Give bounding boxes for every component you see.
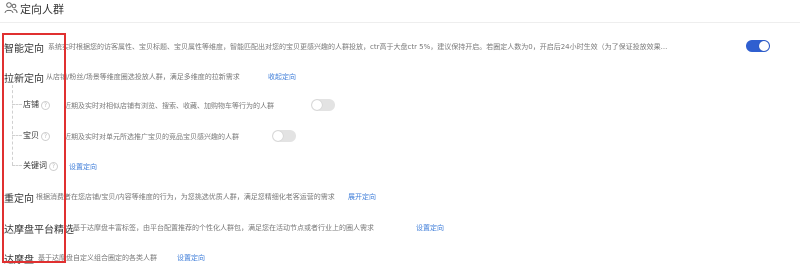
toggle-knob xyxy=(312,100,322,110)
sub-item-toggle[interactable] xyxy=(272,130,296,142)
header-divider xyxy=(0,22,800,23)
section-title: 定向人群 xyxy=(20,3,64,16)
highlight-annotation-box xyxy=(2,33,66,263)
smart-targeting-toggle[interactable] xyxy=(746,40,770,52)
toggle-knob xyxy=(759,41,769,51)
toggle-knob xyxy=(273,131,283,141)
acquire-targeting-desc: 从店铺/粉丝/场景等维度圈选投放人群，满足多维度的拉新需求 xyxy=(46,73,240,81)
expand-targeting-link[interactable]: 展开定向 xyxy=(348,192,376,202)
damopan-select-desc: 基于达摩盘丰富标签，由平台配置推荐的个性化人群包，满足您在活动节点或者行业上的圈… xyxy=(73,224,374,232)
damopan-set-targeting-link[interactable]: 设置定向 xyxy=(177,253,205,263)
people-icon xyxy=(4,0,18,14)
sub-store-toggle[interactable] xyxy=(311,99,335,111)
sub-store-desc: 近期及实时对相似店铺有浏览、搜索、收藏、加购物车等行为的人群 xyxy=(64,102,274,110)
retarget-desc: 根据消费者在您店铺/宝贝/内容等维度的行为，为您挑选优质人群，满足您精细化老客运… xyxy=(36,193,335,201)
sub-item-desc: 近期及实时对单元所选推广宝贝的竞品宝贝感兴趣的人群 xyxy=(64,133,239,141)
damopan-select-set-targeting-link[interactable]: 设置定向 xyxy=(416,223,444,233)
collapse-targeting-link[interactable]: 收起定向 xyxy=(268,72,296,82)
keyword-set-targeting-link[interactable]: 设置定向 xyxy=(69,162,97,172)
smart-targeting-desc: 系统实时根据您的访客属性、宝贝标题、宝贝属性等维度，智能匹配出对您的宝贝更感兴趣… xyxy=(48,43,668,51)
